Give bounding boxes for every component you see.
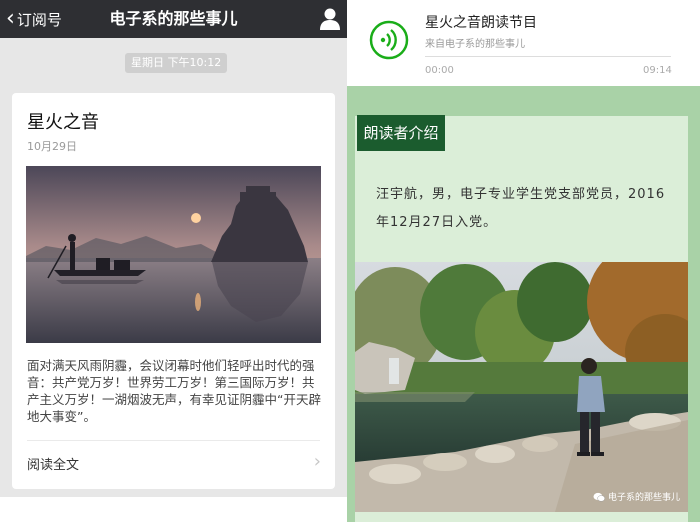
article-excerpt: 面对满天风雨阴霾，会议闭幕时他们轻呼出时代的强音：共产党万岁！世界劳工万岁！第三… (27, 358, 321, 424)
audio-title: 星火之音朗读节目 (425, 15, 537, 31)
reader-photo-image (355, 262, 688, 512)
audio-source: 来自电子系的那些事儿 (425, 39, 525, 50)
article-content-panel: 星火之音朗读节目 来自电子系的那些事儿 00:00 09:14 朗读者介绍 汪宇… (347, 0, 700, 522)
read-all-label: 阅读全文 (27, 458, 80, 473)
reader-photo: 电子系的那些事儿 (355, 262, 688, 512)
back-button[interactable]: ‹ 订阅号 (6, 0, 62, 38)
read-full-article-link[interactable]: 阅读全文 › (12, 442, 335, 482)
article-card[interactable]: 星火之音 10月29日 面对满天风雨阴霾，会议闭幕时他们轻呼出时代的强音：共产党… (12, 93, 335, 489)
audio-progress-track[interactable] (425, 56, 671, 57)
bottom-strip (0, 497, 347, 522)
user-icon[interactable] (319, 7, 341, 31)
article-title: 星火之音 (27, 112, 99, 133)
watermark: 电子系的那些事儿 (593, 490, 680, 503)
reader-intro-text: 汪宇航，男，电子专业学生党支部党员，2016年12月27日入党。 (376, 187, 666, 230)
wechat-icon (593, 492, 605, 502)
chevron-right-icon: › (313, 451, 321, 472)
article-cover-image (26, 166, 321, 343)
audio-play-icon[interactable] (369, 20, 409, 60)
chevron-left-icon: ‹ (6, 6, 15, 31)
article-date: 10月29日 (27, 140, 77, 153)
reader-intro-section: 朗读者介绍 汪宇航，男，电子专业学生党支部党员，2016年12月27日入党。 电… (347, 86, 700, 522)
section-heading: 朗读者介绍 (357, 115, 445, 151)
audio-current-time: 00:00 (425, 65, 454, 76)
back-label: 订阅号 (16, 10, 62, 29)
top-nav-bar: ‹ 订阅号 电子系的那些事儿 (0, 0, 347, 38)
card-divider (27, 440, 320, 441)
watermark-text: 电子系的那些事儿 (607, 493, 680, 503)
audio-player[interactable]: 星火之音朗读节目 来自电子系的那些事儿 00:00 09:14 (347, 0, 700, 86)
timestamp-badge: 星期日 下午10:12 (125, 53, 228, 73)
audio-duration: 09:14 (643, 65, 672, 76)
chat-panel: ‹ 订阅号 电子系的那些事儿 星期日 下午10:12 星火之音 10月29日 面… (0, 0, 347, 522)
